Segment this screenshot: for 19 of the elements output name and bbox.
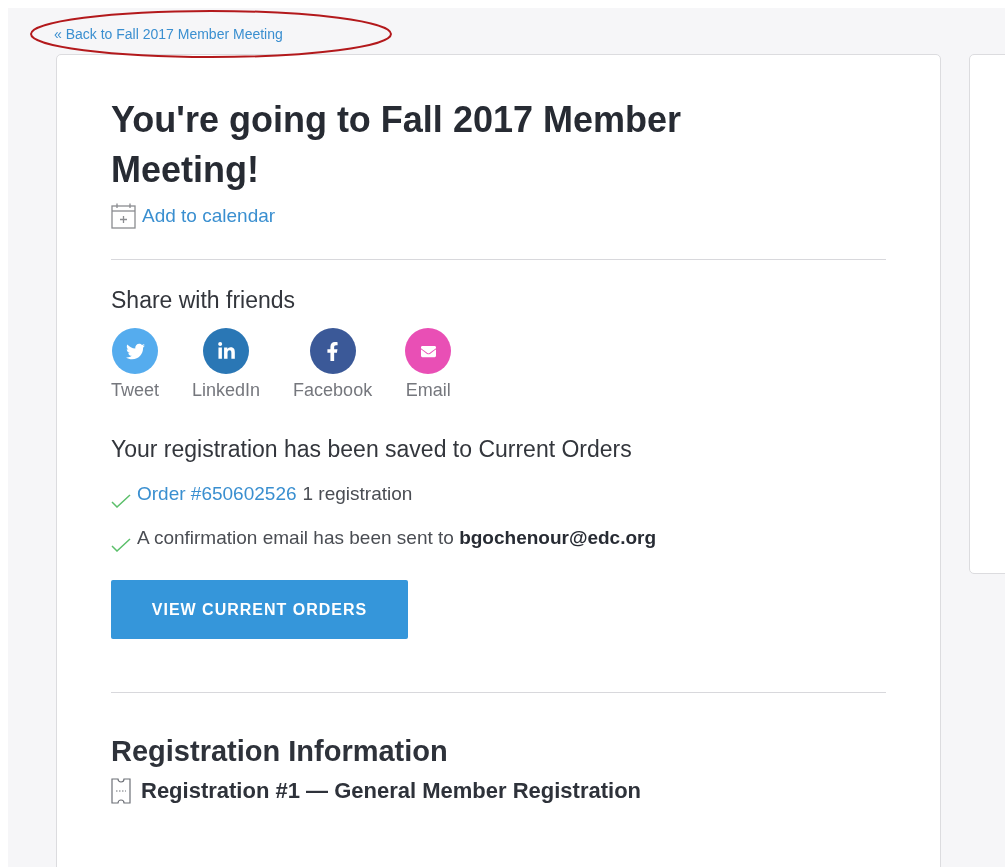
envelope-icon	[420, 343, 436, 359]
bird-icon	[125, 341, 145, 361]
page-title: You're going to Fall 2017 Member Meeting!	[111, 98, 682, 192]
share-heading: Share with friends	[111, 286, 297, 315]
add-to-calendar-link[interactable]: Add to calendar	[142, 205, 276, 227]
linkedin-icon	[216, 341, 236, 361]
registration-title: Registration #1 — General Member Registration	[141, 778, 642, 804]
section-heading: Registration Information	[111, 735, 449, 768]
confirmation-text: A confirmation email has been sent to bgochenour@edc.org	[137, 526, 657, 550]
check-icon	[111, 494, 131, 508]
view-orders-button[interactable]: VIEW CURRENT ORDERS	[111, 580, 408, 639]
order-detail: 1 registration	[302, 482, 413, 506]
share-button[interactable]: LinkedIn	[192, 328, 261, 401]
check-icon	[111, 538, 131, 552]
order-link[interactable]: Order #650602526	[137, 482, 297, 506]
share-button[interactable]: Facebook	[293, 328, 373, 401]
ticket-icon	[111, 778, 131, 804]
saved-heading: Your registration has been saved to Current Orders	[111, 435, 633, 464]
calendar-icon	[111, 203, 136, 229]
